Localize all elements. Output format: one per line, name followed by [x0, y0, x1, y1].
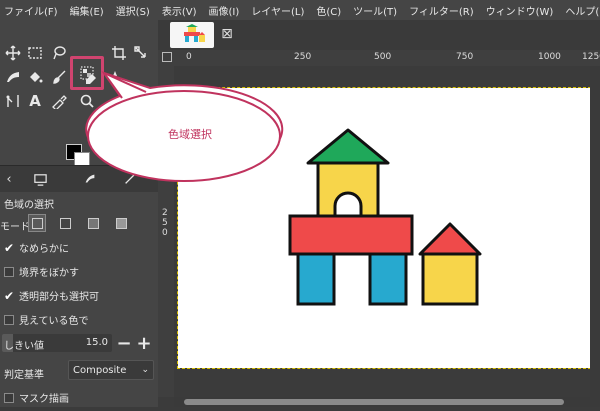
criterion-label: 判定基準 — [4, 370, 44, 381]
menu-view[interactable]: 表示(V) — [158, 3, 205, 18]
chevron-down-icon: ⌄ — [141, 365, 149, 375]
feather-label: 境界をぼかす — [19, 268, 79, 279]
feather-option[interactable]: 境界をぼかす — [4, 264, 79, 279]
scrollbar-thumb[interactable] — [184, 399, 564, 405]
ruler-label: 5 — [162, 218, 168, 228]
ruler-vertical: 2 5 0 — [158, 66, 175, 397]
ruler-label: 0 — [186, 52, 192, 62]
sample-merged-checkbox[interactable] — [4, 314, 14, 325]
select-transparent-option[interactable]: ✔ 透明部分も選択可 — [4, 288, 99, 304]
toy-blocks-illustration — [288, 128, 482, 306]
tab-tool-options[interactable] — [22, 166, 58, 194]
menubar: ファイル(F) 編集(E) 選択(S) 表示(V) 画像(I) レイヤー(L) … — [0, 0, 600, 20]
color-picker-tool-icon[interactable] — [48, 90, 70, 112]
threshold-value: 15.0 — [85, 337, 108, 348]
menu-colors[interactable]: 色(C) — [312, 3, 349, 18]
crop-tool-icon[interactable] — [108, 42, 130, 64]
warp-tool-icon[interactable] — [2, 66, 24, 88]
image-canvas[interactable] — [177, 87, 591, 369]
mode-intersect-button[interactable] — [112, 214, 130, 232]
threshold-label: しきい値 — [4, 341, 44, 352]
clone-tool-icon[interactable] — [104, 66, 126, 88]
mode-subtract-button[interactable] — [84, 214, 102, 232]
tab-device-status[interactable] — [72, 166, 108, 192]
canvas-area[interactable] — [174, 66, 600, 397]
antialias-checkbox[interactable]: ✔ — [4, 241, 14, 255]
ruler-label: 1250 — [582, 52, 600, 62]
criterion-value: Composite — [73, 364, 127, 376]
ruler-label: 1000 — [538, 52, 561, 62]
ruler-label: 750 — [456, 52, 474, 62]
menu-file[interactable]: ファイル(F) — [0, 3, 66, 18]
criterion-select[interactable]: Composite ⌄ — [68, 360, 154, 380]
paths-tool-icon[interactable] — [2, 90, 24, 112]
navigate-icon[interactable] — [162, 52, 172, 62]
horizontal-scrollbar[interactable] — [174, 397, 600, 407]
mode-add-button[interactable] — [56, 214, 74, 232]
lasso-tool-icon[interactable] — [48, 42, 70, 64]
ruler-horizontal: 0 250 500 750 1000 1250 — [158, 50, 600, 67]
menu-image[interactable]: 画像(I) — [205, 3, 248, 18]
menu-edit[interactable]: 編集(E) — [66, 3, 112, 18]
draw-mask-checkbox[interactable] — [4, 392, 14, 403]
tool-options-panel: 色域の選択 モード: ✔ なめらかに 境界をぼかす ✔ 透明部分も選択可 見えて… — [0, 192, 158, 407]
antialias-label: なめらかに — [19, 244, 69, 255]
antialias-option[interactable]: ✔ なめらかに — [4, 240, 69, 256]
zoom-tool-icon[interactable] — [76, 90, 98, 112]
image-thumbnail-tab[interactable] — [170, 22, 214, 48]
sample-merged-option[interactable]: 見えている色で — [4, 312, 89, 327]
draw-mask-option[interactable]: マスク描画 — [4, 390, 69, 405]
sample-merged-label: 見えている色で — [19, 316, 89, 327]
draw-mask-label: マスク描画 — [19, 394, 69, 405]
threshold-slider[interactable]: しきい値 15.0 — [2, 334, 112, 352]
mode-replace-button[interactable] — [28, 214, 46, 232]
chevron-left-icon[interactable]: ‹ — [0, 166, 18, 192]
menu-select[interactable]: 選択(S) — [112, 3, 158, 18]
menu-help[interactable]: ヘルプ(H) — [561, 3, 600, 18]
menu-filters[interactable]: フィルター(R) — [405, 3, 482, 18]
transform-tool-icon[interactable] — [130, 42, 152, 64]
minus-icon[interactable]: − — [116, 333, 132, 354]
move-tool-icon[interactable] — [2, 42, 24, 64]
bucket-fill-tool-icon[interactable] — [24, 66, 46, 88]
text-tool-icon[interactable]: A — [24, 90, 46, 112]
plus-icon[interactable]: + — [136, 333, 152, 354]
menu-layer[interactable]: レイヤー(L) — [247, 3, 312, 18]
vertical-scrollbar[interactable] — [590, 66, 600, 397]
rect-select-tool-icon[interactable] — [24, 42, 46, 64]
image-tab-bar: ⊠ — [158, 20, 600, 50]
paintbrush-tool-icon[interactable] — [48, 66, 70, 88]
tool-options-title: 色域の選択 — [4, 200, 54, 211]
ruler-label: 250 — [294, 52, 312, 62]
ruler-label: 2 — [162, 208, 168, 218]
menu-windows[interactable]: ウィンドウ(W) — [482, 3, 562, 18]
select-transparent-label: 透明部分も選択可 — [19, 292, 99, 303]
ruler-label: 500 — [374, 52, 392, 62]
tab-undo-history[interactable] — [112, 166, 148, 192]
menu-tools[interactable]: ツール(T) — [349, 3, 405, 18]
ruler-label: 0 — [162, 228, 168, 238]
feather-checkbox[interactable] — [4, 266, 14, 277]
dock-tabs: ‹ — [0, 165, 158, 194]
active-tool-highlight — [70, 56, 104, 90]
close-icon[interactable]: ⊠ — [218, 25, 236, 43]
select-transparent-checkbox[interactable]: ✔ — [4, 289, 14, 303]
